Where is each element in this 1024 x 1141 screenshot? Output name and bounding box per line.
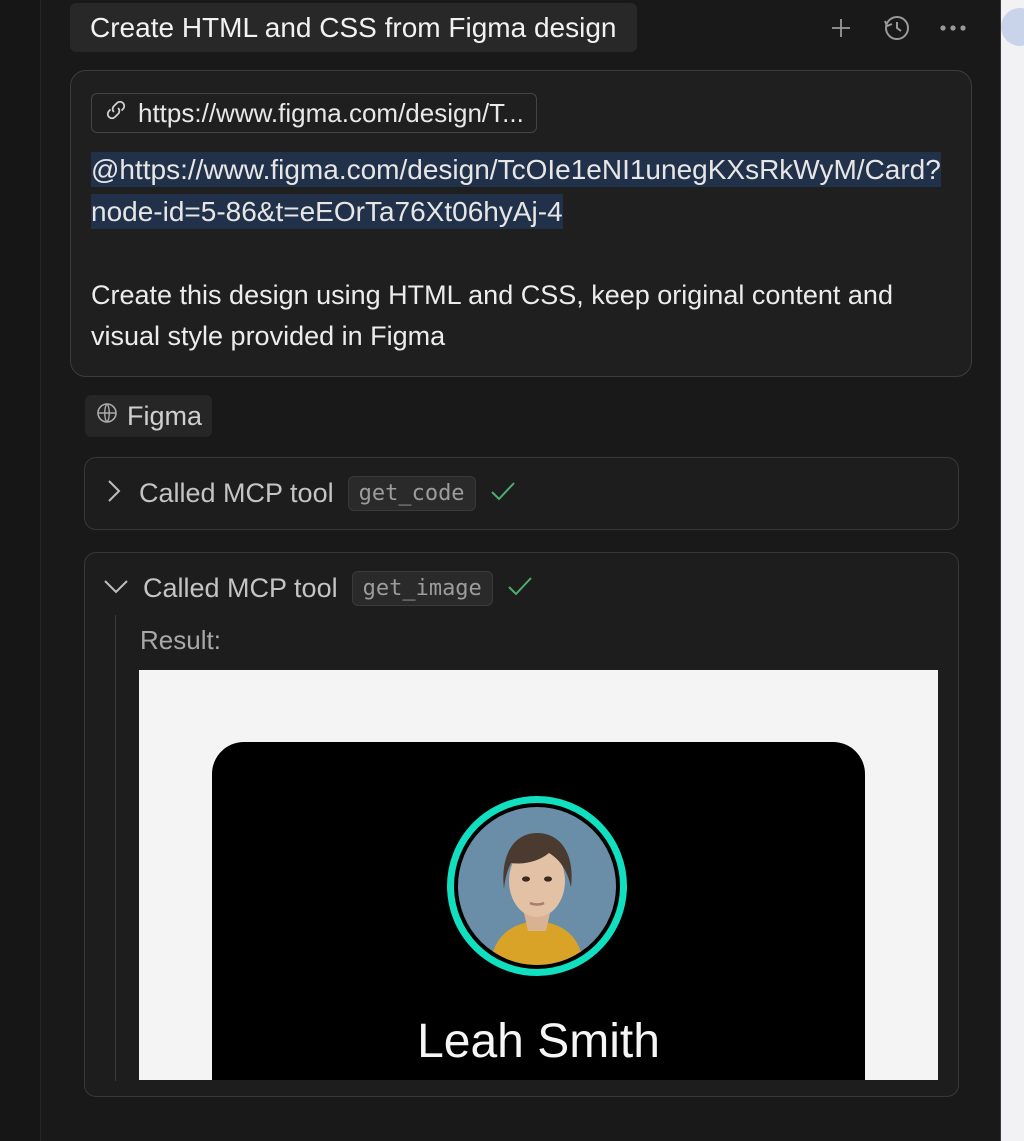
url-mention[interactable]: @https://www.figma.com/design/TcOIe1eNI1… (91, 149, 951, 233)
profile-photo (458, 807, 616, 965)
checkmark-icon (490, 480, 516, 507)
plus-icon[interactable] (825, 12, 857, 44)
checkmark-icon (507, 575, 533, 602)
chevron-right-icon[interactable] (103, 478, 125, 509)
tool-call-label: Called MCP tool (139, 478, 334, 508)
figma-source-chip[interactable]: Figma (85, 395, 213, 437)
avatar-ring (447, 796, 627, 976)
profile-name: Leah Smith (417, 1015, 660, 1068)
right-panel-edge (1000, 0, 1024, 1141)
result-image-preview: Leah Smith (139, 670, 938, 1080)
left-gutter (0, 0, 41, 1141)
link-chip-label: https://www.figma.com/design/T... (138, 97, 524, 128)
figma-link-chip[interactable]: https://www.figma.com/design/T... (91, 93, 537, 133)
tool-name-badge: get_image (351, 571, 493, 606)
chat-title: Create HTML and CSS from Figma design (90, 11, 617, 43)
tool-call-label: Called MCP tool (143, 573, 338, 603)
tool-call-get-image[interactable]: Called MCP tool get_image Result: Leah S… (84, 552, 959, 1097)
result-label: Result: (140, 625, 221, 655)
globe-icon (95, 401, 119, 432)
user-avatar[interactable] (1001, 8, 1024, 46)
chevron-down-icon[interactable] (103, 575, 129, 602)
tool-name-badge: get_code (347, 476, 476, 511)
profile-card-preview: Leah Smith (212, 742, 865, 1080)
link-icon (104, 98, 128, 129)
tool-call-get-code[interactable]: Called MCP tool get_code (84, 457, 959, 530)
prompt-message: Create this design using HTML and CSS, k… (91, 280, 893, 351)
chat-title-tab[interactable]: Create HTML and CSS from Figma design (70, 3, 637, 52)
prompt-card: https://www.figma.com/design/T... @https… (70, 70, 972, 377)
history-icon[interactable] (881, 12, 913, 44)
source-label: Figma (127, 400, 203, 431)
result-indent-rail (115, 615, 116, 1081)
more-icon[interactable] (937, 12, 969, 44)
mention-text: @https://www.figma.com/design/TcOIe1eNI1… (91, 152, 941, 229)
header-actions (825, 12, 969, 44)
